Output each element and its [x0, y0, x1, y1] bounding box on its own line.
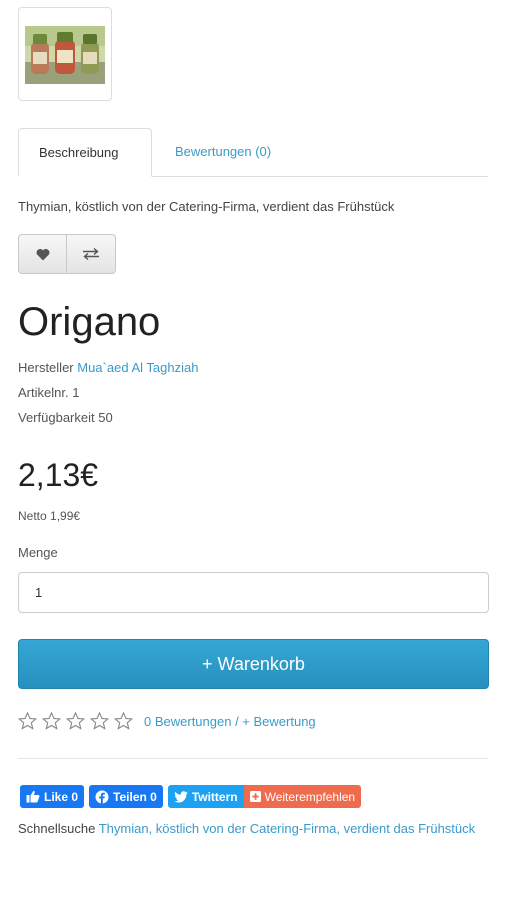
- manufacturer-label: Hersteller: [18, 360, 74, 375]
- divider: [18, 758, 488, 759]
- manufacturer-link[interactable]: Mua`aed Al Taghziah: [77, 360, 198, 375]
- add-to-cart-button[interactable]: + Warenkorb: [18, 639, 489, 689]
- plus-icon: [249, 791, 261, 802]
- rating-separator: /: [231, 713, 243, 729]
- facebook-icon: [95, 790, 109, 803]
- share-label: Teilen 0: [113, 789, 157, 804]
- product-price: 2,13€: [18, 457, 99, 493]
- article-value: 1: [72, 385, 80, 400]
- tweet-label: Twittern: [191, 789, 238, 804]
- manufacturer-row: Hersteller Mua`aed Al Taghziah: [18, 360, 198, 375]
- reviews-link[interactable]: 0 Bewertungen: [144, 714, 231, 729]
- rating-row: 0 Bewertungen / + Bewertung: [18, 711, 316, 731]
- compare-arrows-icon: [83, 247, 99, 261]
- product-title: Origano: [18, 300, 161, 344]
- heart-icon: [36, 248, 49, 260]
- product-tabs: Beschreibung Bewertungen (0): [18, 128, 488, 177]
- twitter-bird-icon: [174, 790, 188, 802]
- netto-price: Netto 1,99€: [18, 509, 81, 523]
- facebook-share-button[interactable]: Teilen 0: [89, 785, 163, 808]
- quantity-input[interactable]: [18, 572, 489, 613]
- star-icon: [114, 712, 133, 730]
- quicksearch: Schnellsuche Thymian, köstlich von der C…: [18, 817, 493, 841]
- facebook-like-button[interactable]: Like 0: [20, 785, 85, 808]
- product-thumbnail[interactable]: [18, 7, 112, 101]
- star-icon: [18, 712, 37, 730]
- article-number-row: Artikelnr. 1: [18, 385, 79, 400]
- thumbs-up-icon: [26, 790, 40, 803]
- availability-value: 50: [98, 410, 113, 425]
- quantity-label: Menge: [18, 545, 58, 560]
- tab-description-content: Thymian, köstlich von der Catering-Firma…: [18, 199, 395, 214]
- star-icon: [42, 712, 61, 730]
- tab-reviews[interactable]: Bewertungen (0): [155, 128, 291, 176]
- product-actions: [18, 234, 116, 274]
- recommend-button[interactable]: Weiterempfehlen: [243, 785, 362, 808]
- availability-row: Verfügbarkeit 50: [18, 410, 113, 425]
- quicksearch-label: Schnellsuche: [18, 821, 96, 836]
- product-image: [25, 26, 105, 84]
- recommend-label: Weiterempfehlen: [264, 789, 356, 804]
- social-share-bar: Like 0 Teilen 0 Twittern Weiterempfehlen: [20, 785, 366, 808]
- add-review-link[interactable]: + Bewertung: [242, 714, 315, 729]
- tweet-button[interactable]: Twittern: [167, 785, 244, 808]
- tab-description[interactable]: Beschreibung: [18, 128, 152, 177]
- star-icon: [90, 712, 109, 730]
- rating-stars: [18, 712, 138, 730]
- compare-button[interactable]: [67, 234, 116, 274]
- like-label: Like 0: [44, 789, 79, 804]
- quicksearch-link[interactable]: Thymian, köstlich von der Catering-Firma…: [99, 821, 475, 836]
- star-icon: [66, 712, 85, 730]
- wishlist-button[interactable]: [18, 234, 67, 274]
- article-label: Artikelnr.: [18, 385, 69, 400]
- availability-label: Verfügbarkeit: [18, 410, 95, 425]
